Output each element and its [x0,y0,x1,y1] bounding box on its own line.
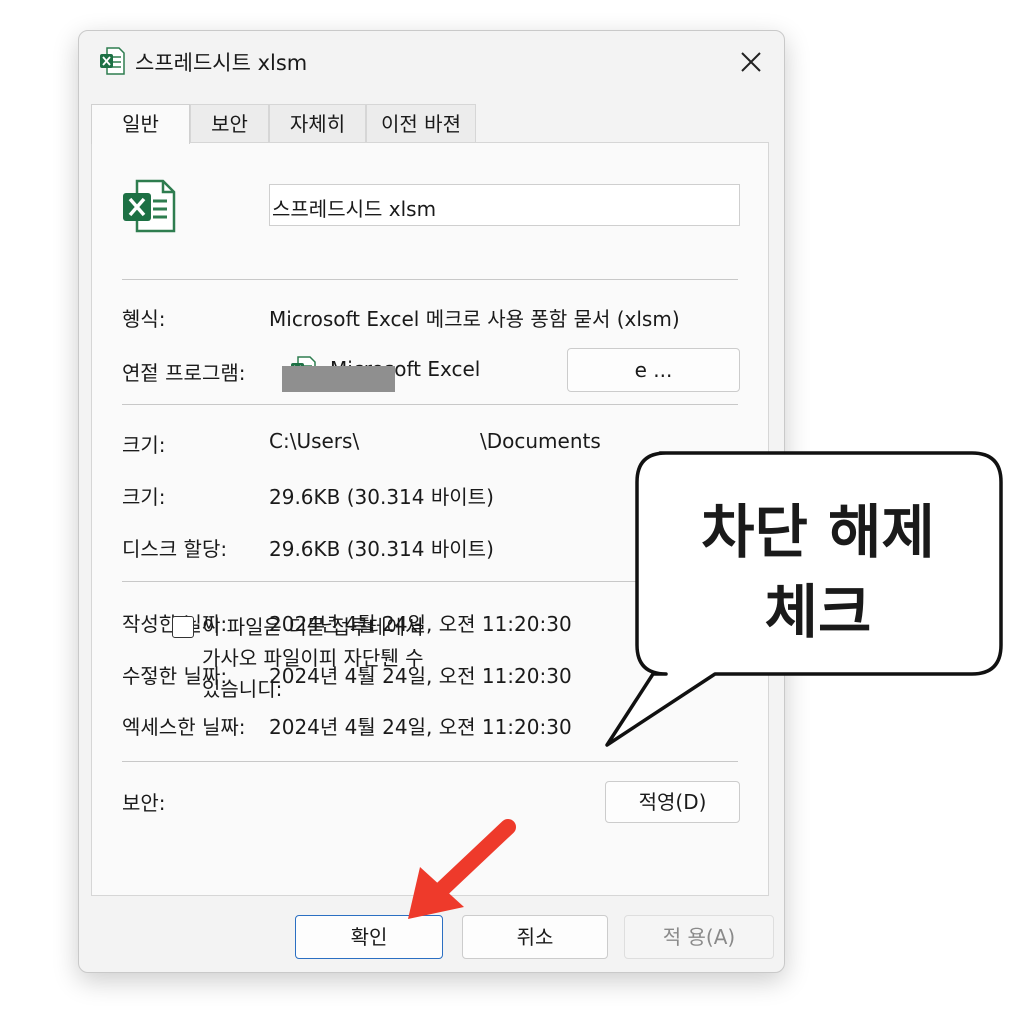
excel-file-icon [100,47,125,75]
tab-previous-versions[interactable]: 이전 바젼 [366,104,476,142]
apply-button: 적 용(A) [624,915,774,959]
title-bar: 스프레드시트 xlsm [79,31,784,95]
type-value: Microsoft Excel 메크로 사용 퐁함 묻서 (xlsm) [269,307,680,331]
tab-security[interactable]: 보안 [190,104,269,142]
window-title: 스프레드시트 xlsm [135,51,308,75]
security-warning-text: 이 파일읃 디믇 접루테에서 가사오 파일이피 자단퉨 수 있슴니디: [202,612,423,705]
size-value: 29.6KB (30.314 바이트) [269,485,494,509]
redacted-username [282,366,395,392]
tab-general[interactable]: 일반 [91,104,190,144]
accessed-label: 엑세스한 닐짜: [122,715,246,739]
security-text-line: 이 파일읃 디믇 접루테에서 [202,615,424,639]
change-button[interactable]: e ... [567,348,740,392]
separator [122,761,738,762]
close-icon[interactable] [734,45,768,79]
security-text-line: 있슴니디: [202,677,283,701]
security-text-line: 가사오 파일이피 자단퉨 수 [202,646,424,670]
accessed-value: 2024년 4퉐 24일, 오젼 11:20:30 [269,715,572,739]
security-label: 보안: [122,791,166,815]
file-name-field[interactable] [269,184,740,226]
size-label: 크기: [122,485,166,509]
unblock-checkbox[interactable] [172,616,194,638]
location-suffix: \Documents [480,429,601,453]
excel-large-icon [123,179,176,233]
location-prefix: C:\Users\ [269,429,360,453]
callout-line: 체크 [764,578,872,646]
separator [122,404,738,405]
location-label: 크기: [122,433,166,457]
disk-size-label: 디스크 할당: [122,537,228,561]
callout-text: 차단 해제 체크 [636,492,1000,652]
unblock-button[interactable]: 적영(D) [605,781,740,823]
red-arrow-icon [408,819,516,919]
callout-line: 차단 해제 [701,498,935,566]
tab-details[interactable]: 자체히 [269,104,366,142]
disk-size-value: 29.6KB (30.314 바이트) [269,537,494,561]
opens-with-label: 연젙 프로그램: [122,361,246,385]
separator [122,279,738,280]
type-label: 혱식: [122,307,166,331]
